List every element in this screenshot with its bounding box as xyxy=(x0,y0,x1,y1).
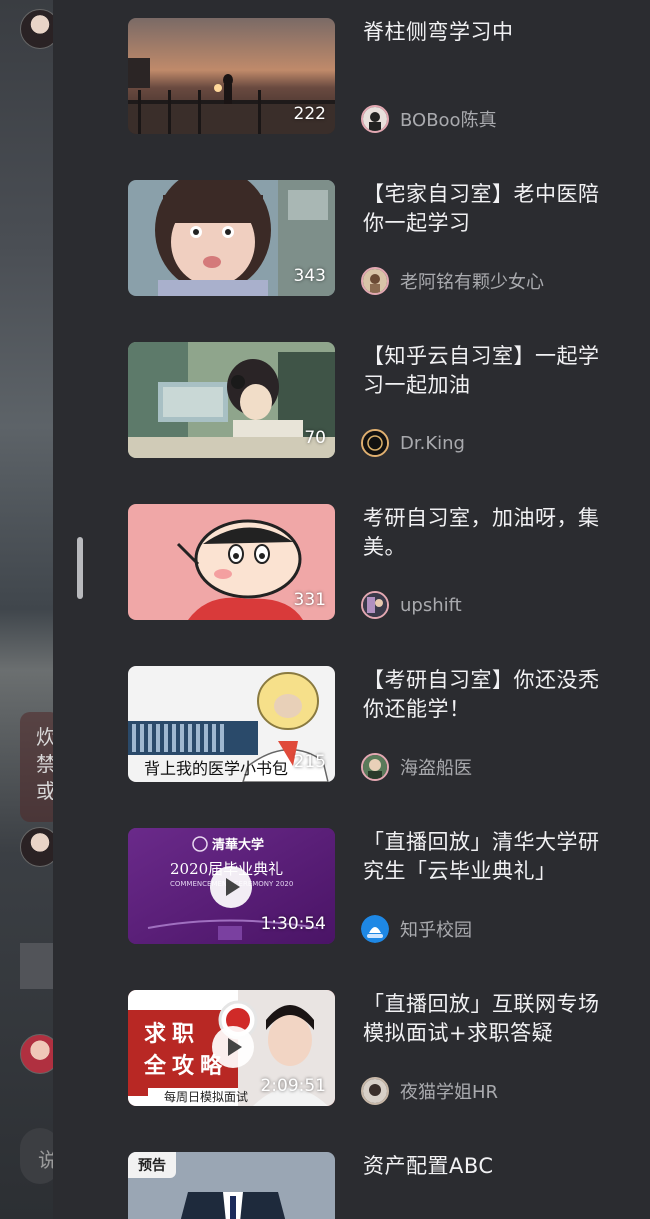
viewer-count: 331 xyxy=(293,590,326,610)
live-title[interactable]: 资产配置ABC xyxy=(363,1152,613,1181)
author-name: 海盗船医 xyxy=(400,758,472,779)
author-name: upshift xyxy=(400,594,462,616)
poster-school: 清華大学 xyxy=(212,838,265,853)
live-title[interactable]: 脊柱侧弯学习中 xyxy=(363,18,613,47)
live-room-screen: 炊 禁 或 说 222 脊柱侧弯学习中 BOBoo陈真 343 【宅家自习室】老… xyxy=(0,0,650,1219)
list-item[interactable]: 331 考研自习室，加油呀，集美。 upshift xyxy=(128,504,643,622)
drawer-handle[interactable] xyxy=(77,537,83,599)
viewer-count: 222 xyxy=(293,104,326,124)
thumbnail-caption: 背上我的医学小书包 xyxy=(144,759,289,778)
author-avatar xyxy=(361,1077,389,1105)
author-name: 知乎校园 xyxy=(400,920,472,941)
live-thumbnail[interactable]: 背上我的医学小书包 215 xyxy=(128,666,335,782)
live-thumbnail[interactable]: 预告 xyxy=(128,1152,335,1219)
author-avatar xyxy=(361,429,389,457)
live-title[interactable]: 考研自习室，加油呀，集美。 xyxy=(363,504,613,562)
author[interactable]: 知乎校园 xyxy=(361,913,472,945)
video-duration: 1:30:54 xyxy=(260,914,326,934)
author[interactable]: BOBoo陈真 xyxy=(361,103,497,135)
live-title[interactable]: 【考研自习室】你还没秃你还能学！ xyxy=(363,666,613,724)
list-item[interactable]: 222 脊柱侧弯学习中 BOBoo陈真 xyxy=(128,18,643,136)
viewer-count: 343 xyxy=(293,266,326,286)
author-name: 夜猫学姐HR xyxy=(400,1082,499,1103)
live-thumbnail[interactable]: 求职 全攻略 每周日模拟面试 2:09:51 xyxy=(128,990,335,1106)
viewer-count: 70 xyxy=(304,428,326,448)
live-thumbnail[interactable]: 331 xyxy=(128,504,335,620)
author-name: Dr.King xyxy=(400,432,465,454)
preview-badge: 预告 xyxy=(128,1152,176,1178)
author-name: BOBoo陈真 xyxy=(400,110,497,131)
background-thumbnail xyxy=(20,943,54,989)
live-thumbnail[interactable]: 222 xyxy=(128,18,335,134)
list-item[interactable]: 预告 资产配置ABC xyxy=(128,1152,643,1219)
author-avatar xyxy=(361,753,389,781)
live-thumbnail[interactable]: 清華大学 2020届毕业典礼 COMMENCEMENT CEREMONY 202… xyxy=(128,828,335,944)
live-title[interactable]: 「直播回放」互联网专场模拟面试+求职答疑 xyxy=(363,990,613,1048)
author[interactable]: Dr.King xyxy=(361,427,465,459)
author-avatar xyxy=(361,915,389,943)
list-item[interactable]: 背上我的医学小书包 215 【考研自习室】你还没秃你还能学！ 海盗船医 xyxy=(128,666,643,784)
author[interactable]: 老阿铭有颗少女心 xyxy=(361,265,544,297)
live-thumbnail[interactable]: 70 xyxy=(128,342,335,458)
author[interactable]: 海盗船医 xyxy=(361,751,472,783)
list-item[interactable]: 求职 全攻略 每周日模拟面试 2:09:51 「直播回放」互联网专场模拟面试+求… xyxy=(128,990,643,1108)
author-avatar xyxy=(361,105,389,133)
list-item[interactable]: 70 【知乎云自习室】一起学习一起加油 Dr.King xyxy=(128,342,643,460)
live-title[interactable]: 【宅家自习室】老中医陪你一起学习 xyxy=(363,180,613,238)
live-thumbnail[interactable]: 343 xyxy=(128,180,335,296)
list-item[interactable]: 343 【宅家自习室】老中医陪你一起学习 老阿铭有颗少女心 xyxy=(128,180,643,298)
poster-line-1: 求职 xyxy=(144,1022,201,1047)
live-title[interactable]: 「直播回放」清华大学研究生「云毕业典礼」 xyxy=(363,828,613,886)
list-item[interactable]: 清華大学 2020届毕业典礼 COMMENCEMENT CEREMONY 202… xyxy=(128,828,643,946)
author[interactable]: 夜猫学姐HR xyxy=(361,1075,498,1107)
video-duration: 2:09:51 xyxy=(260,1076,326,1096)
poster-bottom-text: 每周日模拟面试 xyxy=(164,1090,249,1104)
author-avatar xyxy=(361,267,389,295)
play-icon[interactable] xyxy=(210,866,252,908)
author-name: 老阿铭有颗少女心 xyxy=(400,272,544,293)
play-icon[interactable] xyxy=(212,1026,254,1068)
author[interactable]: upshift xyxy=(361,589,462,621)
live-title[interactable]: 【知乎云自习室】一起学习一起加油 xyxy=(363,342,613,400)
author-avatar xyxy=(361,591,389,619)
viewer-count: 215 xyxy=(293,752,326,772)
live-list-panel[interactable]: 222 脊柱侧弯学习中 BOBoo陈真 343 【宅家自习室】老中医陪你一起学习… xyxy=(53,0,650,1219)
